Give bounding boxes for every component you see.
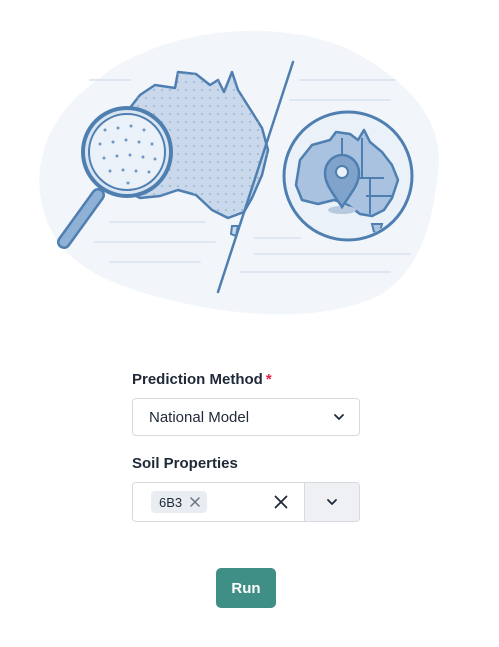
hero-illustration bbox=[39, 30, 439, 315]
prediction-method-value: National Model bbox=[149, 408, 250, 426]
regional-map-icon bbox=[282, 110, 414, 242]
prediction-method-select[interactable]: National Model bbox=[132, 398, 360, 436]
tag-label: 6B3 bbox=[159, 494, 183, 510]
soil-properties-dropdown-button[interactable] bbox=[304, 483, 359, 521]
remove-tag-icon[interactable] bbox=[190, 497, 200, 507]
clear-selection-icon[interactable] bbox=[274, 495, 288, 509]
required-marker: * bbox=[265, 371, 272, 388]
chevron-down-icon bbox=[327, 499, 337, 505]
prediction-form: Prediction Method * National Model Soil P… bbox=[132, 370, 360, 522]
soil-properties-multiselect[interactable]: 6B3 bbox=[132, 482, 360, 522]
chevron-down-icon bbox=[334, 414, 344, 420]
prediction-method-label: Prediction Method * bbox=[132, 370, 360, 390]
run-button[interactable]: Run bbox=[216, 568, 276, 608]
soil-properties-label: Soil Properties bbox=[132, 455, 238, 472]
prediction-method-label-text: Prediction Method bbox=[132, 371, 263, 388]
selected-tag: 6B3 bbox=[151, 491, 208, 513]
soil-properties-input[interactable]: 6B3 bbox=[133, 483, 304, 521]
